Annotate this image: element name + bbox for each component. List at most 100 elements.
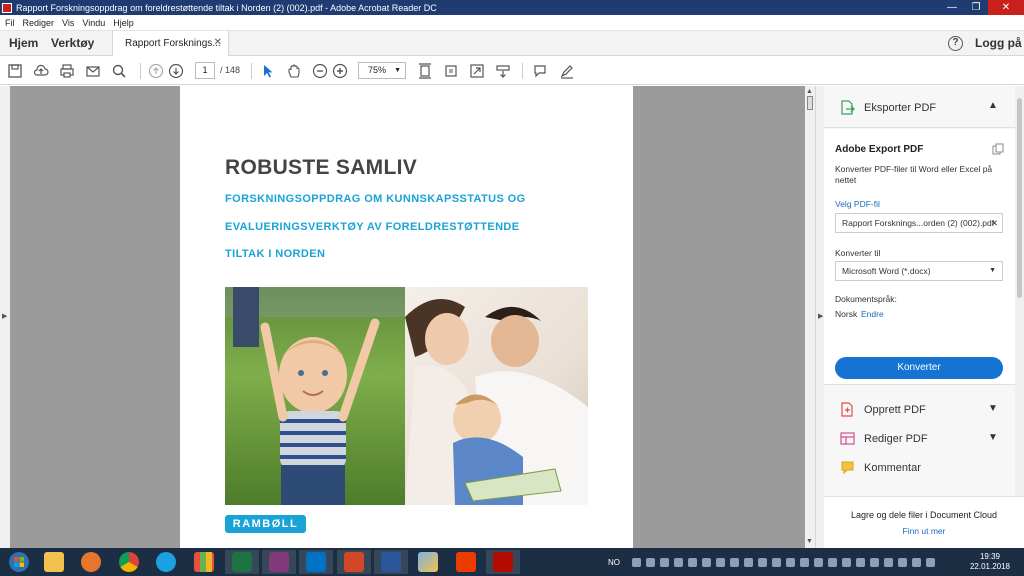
collapse-right-panel-icon[interactable]: ▶: [818, 312, 823, 320]
tool-create-pdf[interactable]: Opprett PDF ▼: [824, 396, 1015, 424]
select-cursor-icon[interactable]: [259, 62, 277, 80]
copy-icon[interactable]: [992, 143, 1004, 155]
tray-icon[interactable]: [814, 557, 823, 567]
tray-icon[interactable]: [842, 557, 851, 567]
paint-icon[interactable]: [411, 550, 445, 574]
internet-explorer-icon[interactable]: [149, 550, 183, 574]
scroll-down-icon[interactable]: ▼: [806, 538, 813, 545]
apps-grid-icon[interactable]: [187, 550, 221, 574]
convert-format-select[interactable]: Microsoft Word (*.docx) ▼: [835, 261, 1003, 281]
tray-icon[interactable]: [716, 557, 725, 567]
menu-help[interactable]: Hjelp: [113, 18, 134, 28]
tray-icon[interactable]: [744, 557, 753, 567]
start-button[interactable]: [2, 550, 36, 574]
menu-view[interactable]: Vis: [62, 18, 74, 28]
menu-window[interactable]: Vindu: [82, 18, 105, 28]
comment-icon[interactable]: [531, 62, 549, 80]
clear-icon[interactable]: ✕: [991, 214, 998, 232]
chevron-down-icon[interactable]: ▼: [988, 403, 998, 414]
upload-cloud-icon[interactable]: [32, 62, 50, 80]
tray-icon[interactable]: [688, 557, 697, 567]
tray-icon[interactable]: [786, 557, 795, 567]
tray-icon[interactable]: [772, 557, 781, 567]
convert-to-label: Konverter til: [835, 248, 881, 258]
maximize-button[interactable]: ❐: [964, 0, 988, 15]
menu-file[interactable]: Fil: [5, 18, 15, 28]
media-player-icon[interactable]: [74, 550, 108, 574]
tray-icon[interactable]: [912, 557, 921, 567]
tab-tools[interactable]: Verktøy: [51, 36, 94, 50]
tray-icon[interactable]: [926, 557, 935, 567]
selected-file-field[interactable]: Rapport Forsknings...orden (2) (002).pdf…: [835, 213, 1003, 233]
tray-icon[interactable]: [730, 557, 739, 567]
document-language-value: Norsk: [835, 309, 858, 319]
onenote-icon[interactable]: [262, 550, 296, 574]
tools-pane-scrollbar[interactable]: [1015, 86, 1024, 496]
tray-icon[interactable]: [646, 557, 655, 567]
full-screen-icon[interactable]: [468, 62, 486, 80]
close-tab-icon[interactable]: ✕: [214, 37, 222, 48]
expand-left-panel-icon[interactable]: ▶: [2, 312, 7, 320]
right-panel-toggle[interactable]: ▶: [815, 86, 824, 548]
tool-comment[interactable]: Kommentar: [824, 454, 1015, 482]
word-icon[interactable]: [374, 550, 408, 574]
learn-more-link[interactable]: Finn ut mer: [824, 526, 1024, 536]
hand-tool-icon[interactable]: [285, 62, 303, 80]
excel-icon[interactable]: [225, 550, 259, 574]
file-explorer-icon[interactable]: [37, 550, 71, 574]
document-subtitle-line: TILTAK I NORDEN: [225, 248, 326, 260]
highlight-pen-icon[interactable]: [558, 62, 576, 80]
tray-icon[interactable]: [800, 557, 809, 567]
tray-icon[interactable]: [758, 557, 767, 567]
zoom-out-icon[interactable]: [311, 62, 329, 80]
convert-button[interactable]: Konverter: [835, 357, 1003, 379]
tray-icon[interactable]: [856, 557, 865, 567]
page-number-input[interactable]: 1: [195, 62, 215, 79]
menu-edit[interactable]: Rediger: [23, 18, 55, 28]
email-icon[interactable]: [84, 62, 102, 80]
tool-edit-pdf[interactable]: Rediger PDF ▼: [824, 425, 1015, 453]
document-scrollbar[interactable]: ▲ ▼: [805, 86, 815, 548]
language-indicator[interactable]: NO: [608, 558, 620, 567]
tray-icon[interactable]: [660, 557, 669, 567]
save-icon[interactable]: [6, 62, 24, 80]
chevron-up-icon[interactable]: ▲: [988, 100, 998, 111]
print-icon[interactable]: [58, 62, 76, 80]
tray-icon[interactable]: [632, 557, 641, 567]
outlook-icon[interactable]: [299, 550, 333, 574]
rotate-icon[interactable]: [442, 62, 460, 80]
zoom-level-select[interactable]: 75% ▼: [358, 62, 406, 79]
clock[interactable]: 19:39 22.01.2018: [968, 552, 1012, 572]
fit-page-icon[interactable]: [416, 62, 434, 80]
minimize-button[interactable]: —: [940, 0, 964, 15]
search-icon[interactable]: [110, 62, 128, 80]
tray-icon[interactable]: [870, 557, 879, 567]
help-icon[interactable]: ?: [948, 36, 963, 51]
chevron-down-icon[interactable]: ▼: [988, 432, 998, 443]
tab-home[interactable]: Hjem: [9, 36, 38, 50]
tray-icon[interactable]: [898, 557, 907, 567]
scrollbar-thumb[interactable]: [1017, 98, 1022, 298]
page-down-icon[interactable]: [167, 62, 185, 80]
zoom-in-icon[interactable]: [331, 62, 349, 80]
left-nav-collapsed[interactable]: ▶: [0, 86, 10, 548]
login-link[interactable]: Logg på: [975, 36, 1022, 50]
office-icon[interactable]: [449, 550, 483, 574]
tray-icon[interactable]: [828, 557, 837, 567]
scroll-mode-icon[interactable]: [494, 62, 512, 80]
scroll-up-icon[interactable]: ▲: [806, 88, 813, 95]
tray-icon[interactable]: [702, 557, 711, 567]
chrome-icon[interactable]: [112, 550, 146, 574]
scrollbar-thumb[interactable]: [807, 96, 813, 110]
tray-icon[interactable]: [884, 557, 893, 567]
tray-icon[interactable]: [674, 557, 683, 567]
page-up-icon[interactable]: [147, 62, 165, 80]
tab-document[interactable]: Rapport Forsknings... ✕: [112, 31, 229, 56]
export-pdf-header[interactable]: Eksporter PDF ▲: [824, 86, 1015, 128]
export-description: Konverter PDF-filer til Word eller Excel…: [835, 164, 993, 185]
change-language-link[interactable]: Endre: [861, 309, 884, 319]
powerpoint-icon[interactable]: [337, 550, 371, 574]
select-pdf-link[interactable]: Velg PDF-fil: [835, 199, 880, 209]
acrobat-reader-icon[interactable]: [486, 550, 520, 574]
close-button[interactable]: ✕: [988, 0, 1024, 15]
